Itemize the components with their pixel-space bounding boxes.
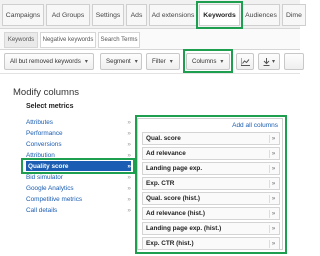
chevron-down-icon: ▾ (169, 59, 173, 65)
double-chevron-right-icon: » (127, 195, 131, 203)
add-all-columns-link[interactable]: Add all columns (232, 122, 278, 129)
segment-dropdown[interactable]: Segment ▾ (100, 53, 142, 70)
chevron-down-icon: ▾ (220, 59, 224, 65)
panel-title: Modify columns (13, 87, 79, 98)
tab-keywords[interactable]: Keywords (199, 4, 240, 26)
subtab-keywords[interactable]: Keywords (4, 32, 38, 48)
category-competitive-metrics[interactable]: Competitive metrics» (26, 194, 131, 204)
metric-exp-ctr[interactable]: Exp. CTR» (142, 177, 280, 190)
top-tab-bar: Campaigns Ad Groups Settings Ads Ad exte… (0, 0, 306, 29)
tab-dimensions[interactable]: Dime (282, 4, 306, 26)
add-icon[interactable]: » (269, 180, 277, 188)
metric-qual-score[interactable]: Qual. score» (142, 132, 280, 145)
add-icon[interactable]: » (269, 195, 277, 203)
double-chevron-right-icon: » (127, 151, 131, 159)
subtab-negative-keywords[interactable]: Negative keywords (40, 32, 96, 48)
subtab-search-terms[interactable]: Search Terms (98, 32, 140, 48)
add-icon[interactable]: » (269, 210, 277, 218)
tab-ad-groups[interactable]: Ad Groups (46, 4, 90, 26)
tab-campaigns[interactable]: Campaigns (2, 4, 44, 26)
toolbar: All but removed keywords ▾ Segment ▾ Filte… (0, 50, 304, 74)
metric-exp-ctr-hist[interactable]: Exp. CTR (hist.)» (142, 237, 280, 250)
metric-ad-relevance-hist[interactable]: Ad relevance (hist.)» (142, 207, 280, 220)
chevron-down-icon: ▾ (271, 59, 275, 65)
category-attributes[interactable]: Attributes» (26, 117, 131, 127)
panel-subtitle: Select metrics (26, 103, 74, 110)
status-filter-dropdown[interactable]: All but removed keywords ▾ (4, 53, 94, 70)
double-chevron-right-icon: » (127, 162, 131, 170)
tab-ads[interactable]: Ads (126, 4, 147, 26)
double-chevron-right-icon: » (127, 173, 131, 181)
category-performance[interactable]: Performance» (26, 128, 131, 138)
add-icon[interactable]: » (269, 150, 277, 158)
double-chevron-right-icon: » (127, 118, 131, 126)
category-attribution[interactable]: Attribution» (26, 150, 131, 160)
add-icon[interactable]: » (269, 240, 277, 248)
add-icon[interactable]: » (269, 165, 277, 173)
double-chevron-right-icon: » (127, 206, 131, 214)
metric-landing-page-exp[interactable]: Landing page exp.» (142, 162, 280, 175)
double-chevron-right-icon: » (127, 129, 131, 137)
tab-ad-extensions[interactable]: Ad extensions (149, 4, 197, 26)
metrics-list: Add all columns Qual. score» Ad relevanc… (137, 118, 283, 250)
add-icon[interactable]: » (269, 135, 277, 143)
sub-tab-bar: Keywords Negative keywords Search Terms (0, 29, 300, 50)
category-quality-score[interactable]: Quality score» (26, 161, 131, 171)
download-button[interactable]: ▾ (258, 53, 280, 70)
download-icon (263, 57, 270, 66)
columns-dropdown[interactable]: Columns ▾ (186, 53, 230, 70)
tab-settings[interactable]: Settings (92, 4, 124, 26)
metric-landing-page-exp-hist[interactable]: Landing page exp. (hist.)» (142, 222, 280, 235)
tab-audiences[interactable]: Audiences (242, 4, 280, 26)
category-conversions[interactable]: Conversions» (26, 139, 131, 149)
category-bid-simulator[interactable]: Bid simulator» (26, 172, 131, 182)
metric-qual-score-hist[interactable]: Qual. score (hist.)» (142, 192, 280, 205)
modify-columns-panel: Modify columns Select metrics Attributes… (0, 74, 300, 256)
chart-button[interactable] (236, 53, 254, 70)
chevron-down-icon: ▾ (84, 59, 88, 65)
category-google-analytics[interactable]: Google Analytics» (26, 183, 131, 193)
add-icon[interactable]: » (269, 225, 277, 233)
more-toolbar-input[interactable] (284, 53, 304, 70)
double-chevron-right-icon: » (127, 184, 131, 192)
metric-ad-relevance[interactable]: Ad relevance» (142, 147, 280, 160)
category-call-details[interactable]: Call details» (26, 205, 131, 215)
double-chevron-right-icon: » (127, 140, 131, 148)
chevron-down-icon: ▾ (134, 59, 138, 65)
line-chart-icon (240, 57, 250, 66)
filter-dropdown[interactable]: Filter ▾ (146, 53, 180, 70)
